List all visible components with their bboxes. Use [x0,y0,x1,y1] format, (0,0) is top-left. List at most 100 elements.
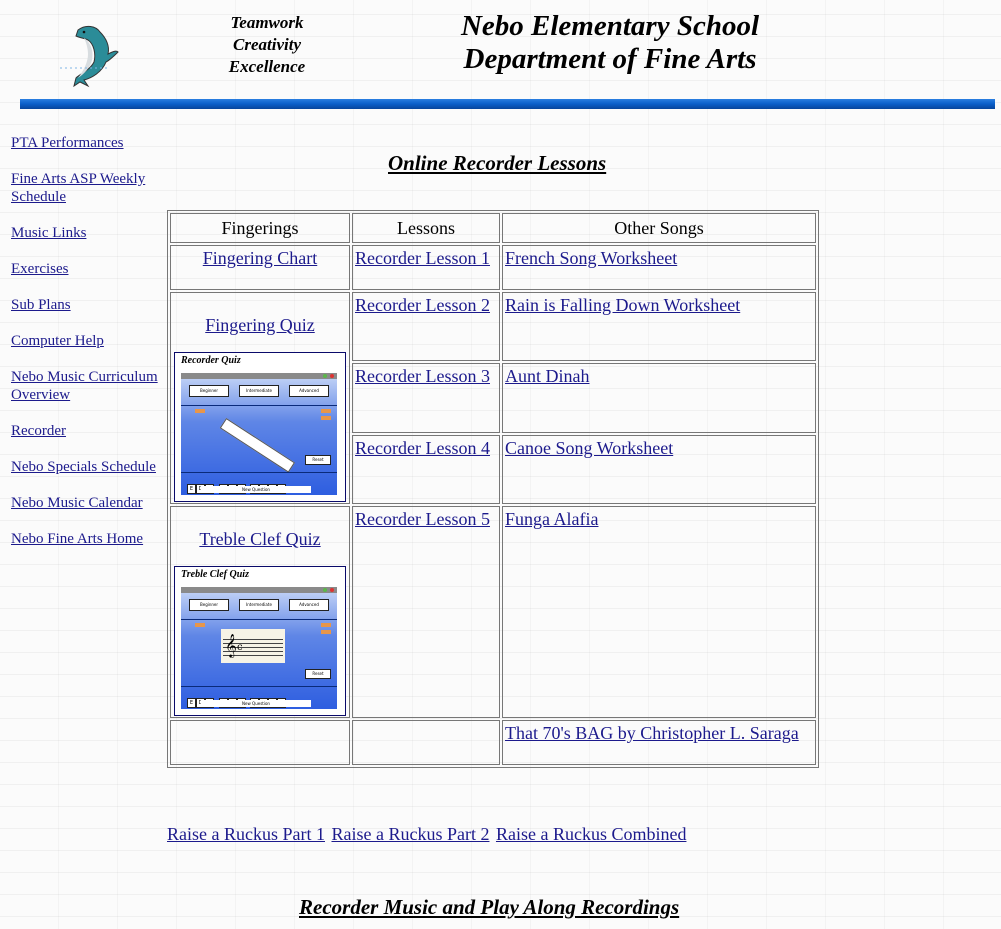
treble-clef-icon: 𝄞 [225,633,237,657]
fingering-chart-link[interactable]: Fingering Chart [203,248,318,268]
quiz-window-preview: Beginner Intermediate Advanced Reset EDC… [181,373,337,495]
empty-cell [352,720,500,765]
level-advanced: Advanced [289,385,329,397]
treble-clef-quiz-link[interactable]: Treble Clef Quiz [173,528,347,550]
questions-badge [321,416,331,420]
header-fingerings: Fingerings [170,213,350,243]
window-titlebar [181,373,337,379]
new-question-button-preview: New Question [201,486,311,493]
song-cell: Rain is Falling Down Worksheet [502,292,816,362]
sidebar-nav: PTA Performances Fine Arts ASP Weekly Sc… [11,134,161,566]
time-signature: c [237,642,243,653]
sidebar-item-pta-performances[interactable]: PTA Performances [11,134,161,152]
header-other-songs: Other Songs [502,213,816,243]
maximize-icon [323,588,327,592]
reset-button-preview: Reset [305,669,331,679]
dolphin-logo [50,22,125,88]
recorder-quiz-thumbnail[interactable]: Recorder Quiz Beginner Intermediate Adva… [174,352,346,502]
aunt-dinah-link[interactable]: Aunt Dinah [505,366,590,386]
level-beginner: Beginner [189,385,229,397]
recorder-lesson-4-link[interactable]: Recorder Lesson 4 [355,438,490,458]
header-lessons: Lessons [352,213,500,243]
ruckus-links: Raise a Ruckus Part 1 Raise a Ruckus Par… [167,823,688,845]
sidebar-item-fine-arts-home[interactable]: Nebo Fine Arts Home [11,530,161,548]
note-keys: EDC BAG FEDC [187,687,286,708]
raise-a-ruckus-part-2-link[interactable]: Raise a Ruckus Part 2 [331,824,489,844]
that-70s-bag-link[interactable]: That 70's BAG by Christopher L. Saraga [505,723,799,743]
reset-button-preview: Reset [305,455,331,465]
lesson-cell: Recorder Lesson 2 [352,292,500,362]
note-keys: EDC BAG FEDC [187,473,286,494]
thumb-title: Recorder Quiz [181,355,241,366]
dolphin-icon [60,25,119,88]
table-row: Treble Clef Quiz Treble Clef Quiz Beginn… [170,506,816,718]
table-row: That 70's BAG by Christopher L. Saraga [170,720,816,765]
lessons-table: Fingerings Lessons Other Songs Fingering… [167,210,819,768]
score-badge [195,623,205,627]
treble-clef-quiz-thumbnail[interactable]: Treble Clef Quiz Beginner Intermediate A… [174,566,346,716]
sidebar-item-sub-plans[interactable]: Sub Plans [11,296,161,314]
song-cell: That 70's BAG by Christopher L. Saraga [502,720,816,765]
questions-badge [321,630,331,634]
sidebar-item-computer-help[interactable]: Computer Help [11,332,161,350]
sidebar-item-music-links[interactable]: Music Links [11,224,161,242]
new-question-button-preview: New Question [201,700,311,707]
sidebar-item-exercises[interactable]: Exercises [11,260,161,278]
lesson-cell: Recorder Lesson 1 [352,245,500,290]
song-cell: French Song Worksheet [502,245,816,290]
treble-clef-cell: Treble Clef Quiz Treble Clef Quiz Beginn… [170,506,350,718]
correct-badge [321,409,331,413]
motto-teamwork: Teamwork [230,13,304,32]
rain-is-falling-down-link[interactable]: Rain is Falling Down Worksheet [505,295,740,315]
fingering-quiz-link[interactable]: Fingering Quiz [173,314,347,336]
school-name: Nebo Elementary School [460,10,760,42]
motto-excellence: Excellence [228,57,306,76]
fingering-quiz-cell: Fingering Quiz Recorder Quiz Beginner In… [170,292,350,504]
level-beginner: Beginner [189,599,229,611]
divider [181,405,337,406]
thumb-title: Treble Clef Quiz [181,569,249,580]
recorder-lesson-1-link[interactable]: Recorder Lesson 1 [355,248,490,268]
empty-cell [170,720,350,765]
lesson-cell: Recorder Lesson 4 [352,434,500,504]
recorder-lesson-5-link[interactable]: Recorder Lesson 5 [355,509,490,529]
header-divider-bar [20,99,995,109]
recorder-lesson-3-link[interactable]: Recorder Lesson 3 [355,366,490,386]
score-badge [195,409,205,413]
sidebar-item-specials-schedule[interactable]: Nebo Specials Schedule [11,458,161,476]
recorder-music-heading: Recorder Music and Play Along Recordings [299,895,680,919]
funga-alafia-link[interactable]: Funga Alafia [505,509,598,529]
level-intermediate: Intermediate [239,385,279,397]
close-icon [330,588,334,592]
window-titlebar [181,587,337,593]
school-title: Nebo Elementary School Department of Fin… [420,10,800,76]
raise-a-ruckus-combined-link[interactable]: Raise a Ruckus Combined [496,824,686,844]
correct-badge [321,623,331,627]
recorder-image [219,417,296,473]
maximize-icon [323,374,327,378]
lesson-cell: Recorder Lesson 3 [352,363,500,433]
motto-creativity: Creativity [233,35,301,54]
sidebar-item-recorder[interactable]: Recorder [11,422,161,440]
treble-staff: 𝄞 c [221,629,285,663]
recorder-lesson-2-link[interactable]: Recorder Lesson 2 [355,295,490,315]
canoe-song-worksheet-link[interactable]: Canoe Song Worksheet [505,438,673,458]
sidebar-item-music-calendar[interactable]: Nebo Music Calendar [11,494,161,512]
school-motto: Teamwork Creativity Excellence [212,12,322,78]
table-row: Fingering Quiz Recorder Quiz Beginner In… [170,292,816,504]
song-cell: Aunt Dinah [502,363,816,433]
page-heading: Online Recorder Lessons [388,151,607,175]
close-icon [330,374,334,378]
lesson-cell: Recorder Lesson 5 [352,506,500,718]
sidebar-item-fine-arts-asp-schedule[interactable]: Fine Arts ASP Weekly Schedule [11,170,161,206]
song-cell: Funga Alafia [502,506,816,718]
french-song-worksheet-link[interactable]: French Song Worksheet [505,248,677,268]
sidebar-item-curriculum-overview[interactable]: Nebo Music Curriculum Overview [11,368,161,404]
quiz-window-preview: Beginner Intermediate Advanced 𝄞 c Reset… [181,587,337,709]
raise-a-ruckus-part-1-link[interactable]: Raise a Ruckus Part 1 [167,824,325,844]
department-name: Department of Fine Arts [463,43,757,75]
level-intermediate: Intermediate [239,599,279,611]
table-row: Fingering Chart Recorder Lesson 1 French… [170,245,816,290]
song-cell: Canoe Song Worksheet [502,434,816,504]
divider [181,619,337,620]
